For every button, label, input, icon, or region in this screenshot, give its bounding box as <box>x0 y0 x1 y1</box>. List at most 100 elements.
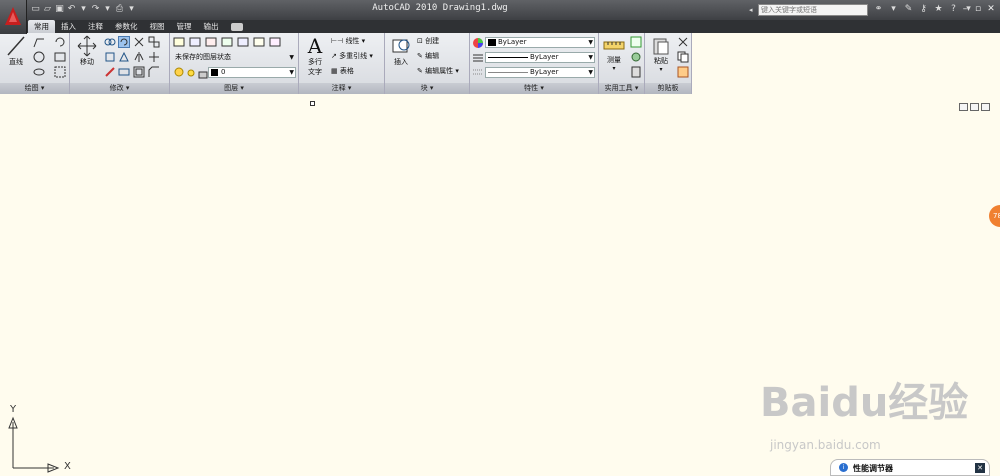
tab-manage[interactable]: 管理 <box>171 20 198 33</box>
lineweight-icon[interactable] <box>472 67 484 79</box>
drawing-close-icon[interactable] <box>981 103 990 111</box>
edit-block-button[interactable]: ✎ 编辑 <box>417 50 439 62</box>
dropdown-icon[interactable]: ▾ <box>78 3 89 16</box>
linetype-dropdown[interactable]: ByLayer ▼ <box>485 52 595 63</box>
new-icon[interactable]: ▭ <box>30 3 41 16</box>
search-expand-icon[interactable]: ◂ <box>749 4 757 16</box>
layer-lock-icon[interactable] <box>269 36 281 48</box>
polyline-icon[interactable] <box>33 36 45 48</box>
array-dropdown-icon[interactable] <box>148 36 160 48</box>
layer-freeze-icon[interactable] <box>237 36 249 48</box>
quick-select-icon[interactable] <box>630 36 642 48</box>
panel-layers-title[interactable]: 图层 ▾ <box>170 83 298 94</box>
erase-icon[interactable] <box>104 66 116 78</box>
undo-icon[interactable]: ↶ <box>66 3 77 16</box>
linetype-icon[interactable] <box>472 52 484 64</box>
search-input[interactable]: 键入关键字或短语 <box>758 4 868 16</box>
tab-parametric[interactable]: 参数化 <box>109 20 144 33</box>
create-block-button[interactable]: ⊡ 创建 <box>417 35 439 47</box>
panel-block-title[interactable]: 块 ▾ <box>385 83 469 94</box>
fillet-icon[interactable] <box>148 51 160 63</box>
performance-tuner-panel[interactable]: i 性能调节器 ✕ <box>830 459 990 476</box>
binoculars-icon[interactable]: ⚭ <box>872 3 885 16</box>
dropdown-icon[interactable]: ▾ <box>887 3 900 16</box>
close-icon[interactable]: ✕ <box>986 3 996 15</box>
layer-dropdown[interactable]: 0 ▼ <box>208 67 296 78</box>
edit-attributes-button[interactable]: ✎ 编辑属性 ▾ <box>417 65 459 77</box>
restore-icon[interactable]: ▫ <box>973 3 983 15</box>
linear-dim-button[interactable]: ⊢⊣ 线性 ▾ <box>331 35 365 47</box>
offset-icon[interactable] <box>133 66 145 78</box>
match-properties-icon[interactable] <box>677 66 689 78</box>
layer-previous-icon[interactable] <box>205 36 217 48</box>
hatch-icon[interactable] <box>54 66 66 78</box>
tab-home[interactable]: 常用 <box>28 20 55 33</box>
select-similar-icon[interactable] <box>630 51 642 63</box>
rotate-icon[interactable] <box>118 36 130 48</box>
tools-icon[interactable]: ✎ <box>902 3 915 16</box>
rectangle-icon[interactable] <box>54 51 66 63</box>
grip-marker[interactable] <box>310 101 315 106</box>
edit-attr-icon: ✎ <box>417 67 423 75</box>
panel-annotation-title[interactable]: 注释 ▾ <box>299 83 384 94</box>
line-button[interactable]: 直线 <box>3 35 29 67</box>
dropdown-icon[interactable]: ▾ <box>102 3 113 16</box>
star-icon[interactable]: ★ <box>932 3 945 16</box>
undo-arc-icon[interactable] <box>54 36 66 48</box>
multileader-button[interactable]: ↗ 多重引线 ▾ <box>331 50 373 62</box>
close-icon[interactable]: ✕ <box>975 463 985 473</box>
copy-object-icon[interactable] <box>104 36 116 48</box>
tab-view[interactable]: 视图 <box>144 20 171 33</box>
chamfer-icon[interactable] <box>148 66 160 78</box>
stretch-icon[interactable] <box>104 51 116 63</box>
floating-badge[interactable]: 78 <box>989 205 1000 227</box>
paste-button[interactable]: 粘贴 ▾ <box>648 36 674 73</box>
help-icon[interactable]: ? <box>947 3 960 16</box>
layer-off-icon[interactable] <box>253 36 265 48</box>
move-button[interactable]: 移动 <box>74 35 100 67</box>
ribbon-minimize-icon[interactable] <box>230 23 243 31</box>
minimize-icon[interactable]: – <box>960 3 970 15</box>
lineweight-dropdown[interactable]: ByLayer ▼ <box>485 67 595 78</box>
layer-match-icon[interactable] <box>189 36 201 48</box>
cut-icon[interactable] <box>677 36 689 48</box>
color-wheel-icon[interactable] <box>472 37 484 49</box>
panel-properties-title[interactable]: 特性 ▾ <box>470 83 598 94</box>
measure-button[interactable]: 测量 ▾ <box>601 37 627 72</box>
qat-menu-icon[interactable]: ▾ <box>126 3 137 16</box>
tab-annotate[interactable]: 注释 <box>82 20 109 33</box>
layer-properties-icon[interactable] <box>173 36 185 48</box>
tab-insert[interactable]: 插入 <box>55 20 82 33</box>
watermark: Baidu经验 <box>760 380 969 426</box>
title-bar: ▭ ▱ ▣ ↶ ▾ ↷ ▾ ⎙ ▾ AutoCAD 2010 Drawing1.… <box>0 0 1000 20</box>
explode-icon[interactable] <box>118 66 130 78</box>
scale-icon[interactable] <box>118 51 130 63</box>
trim-icon[interactable] <box>133 36 145 48</box>
tab-output[interactable]: 输出 <box>198 20 225 33</box>
insert-block-button[interactable]: 插入 <box>388 35 414 67</box>
calculator-icon[interactable] <box>630 66 642 78</box>
drawing-minimize-icon[interactable] <box>959 103 968 111</box>
drawing-restore-icon[interactable] <box>970 103 979 111</box>
key-icon[interactable]: ⚷ <box>917 3 930 16</box>
arc-icon[interactable] <box>33 66 45 78</box>
multiline-text-button[interactable]: A 多行 文字 <box>302 35 328 77</box>
redo-icon[interactable]: ↷ <box>90 3 101 16</box>
application-menu-button[interactable] <box>0 0 27 34</box>
bulb-icon[interactable] <box>173 67 185 79</box>
panel-draw-title[interactable]: 绘图 ▾ <box>0 83 69 94</box>
sun-icon[interactable] <box>185 67 197 79</box>
layer-state-dropdown[interactable]: 未保存的图层状态 ▼ <box>172 52 296 63</box>
layer-isolate-icon[interactable] <box>221 36 233 48</box>
panel-clipboard-title[interactable]: 剪贴板 <box>645 83 691 94</box>
table-button[interactable]: ▦ 表格 <box>331 65 354 77</box>
open-icon[interactable]: ▱ <box>42 3 53 16</box>
mirror-icon[interactable] <box>133 51 145 63</box>
panel-utilities-title[interactable]: 实用工具 ▾ <box>599 83 644 94</box>
circle-icon[interactable] <box>33 51 45 63</box>
save-icon[interactable]: ▣ <box>54 3 65 16</box>
panel-modify-title[interactable]: 修改 ▾ <box>70 83 169 94</box>
print-icon[interactable]: ⎙ <box>114 3 125 16</box>
copy-icon[interactable] <box>677 51 689 63</box>
color-dropdown[interactable]: ByLayer ▼ <box>485 37 595 48</box>
